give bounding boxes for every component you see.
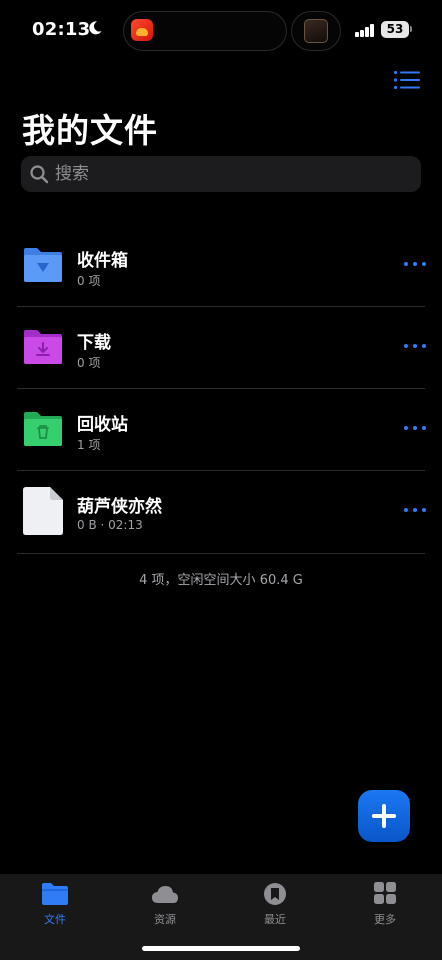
- list-item-trash[interactable]: 回收站 1 项: [0, 388, 442, 470]
- tab-label: 资源: [154, 913, 176, 926]
- more-options-icon[interactable]: [402, 418, 428, 438]
- file-name: 葫芦侠亦然: [77, 497, 162, 517]
- media-cover-icon: [304, 19, 328, 43]
- cloud-icon: [152, 886, 178, 903]
- battery-tip: [410, 26, 412, 32]
- list-item-document[interactable]: 葫芦侠亦然 0 B · 02:13: [0, 470, 442, 554]
- file-meta: 0 B · 02:13: [77, 518, 143, 532]
- more-options-icon[interactable]: [402, 254, 428, 274]
- more-options-icon[interactable]: [402, 336, 428, 356]
- file-name: 下载: [77, 333, 111, 353]
- document-icon: [23, 487, 63, 535]
- home-indicator[interactable]: [142, 946, 300, 951]
- file-name: 回收站: [77, 415, 128, 435]
- add-button[interactable]: [358, 790, 410, 842]
- storage-summary: 4 项，空闲空间大小 60.4 G: [139, 573, 303, 588]
- file-name: 收件箱: [77, 251, 128, 271]
- tab-recent[interactable]: 最近: [220, 874, 330, 936]
- recent-icon: [264, 883, 286, 905]
- search-input[interactable]: [55, 156, 405, 192]
- file-meta: 0 项: [77, 274, 101, 288]
- live-activity-app-icon: [131, 19, 153, 41]
- list-item-downloads[interactable]: 下载 0 项: [0, 306, 442, 388]
- list-view-icon[interactable]: [394, 70, 420, 90]
- search-icon: [30, 165, 49, 184]
- tab-more[interactable]: 更多: [330, 874, 440, 936]
- search-bar[interactable]: [21, 156, 421, 192]
- inbox-folder-icon: [24, 248, 62, 282]
- tab-label: 更多: [374, 913, 396, 926]
- tab-label: 文件: [44, 913, 66, 926]
- tab-resources[interactable]: 资源: [110, 874, 220, 936]
- more-options-icon[interactable]: [402, 500, 428, 520]
- moon-icon: [89, 21, 102, 35]
- list-item-inbox[interactable]: 收件箱 0 项: [0, 224, 442, 306]
- file-meta: 1 项: [77, 438, 101, 452]
- folder-icon: [42, 883, 68, 905]
- cellular-signal-icon: [355, 24, 375, 37]
- divider: [17, 553, 425, 554]
- tab-files[interactable]: 文件: [0, 874, 110, 936]
- battery-icon: 53: [381, 21, 409, 38]
- file-meta: 0 项: [77, 356, 101, 370]
- tab-label: 最近: [264, 913, 286, 926]
- grid-icon: [374, 882, 396, 904]
- trash-folder-icon: [24, 412, 62, 446]
- download-folder-icon: [24, 330, 62, 364]
- status-time: 02:13: [32, 19, 91, 40]
- status-bar: 02:13 53: [0, 0, 442, 62]
- page-title: 我的文件: [22, 111, 158, 150]
